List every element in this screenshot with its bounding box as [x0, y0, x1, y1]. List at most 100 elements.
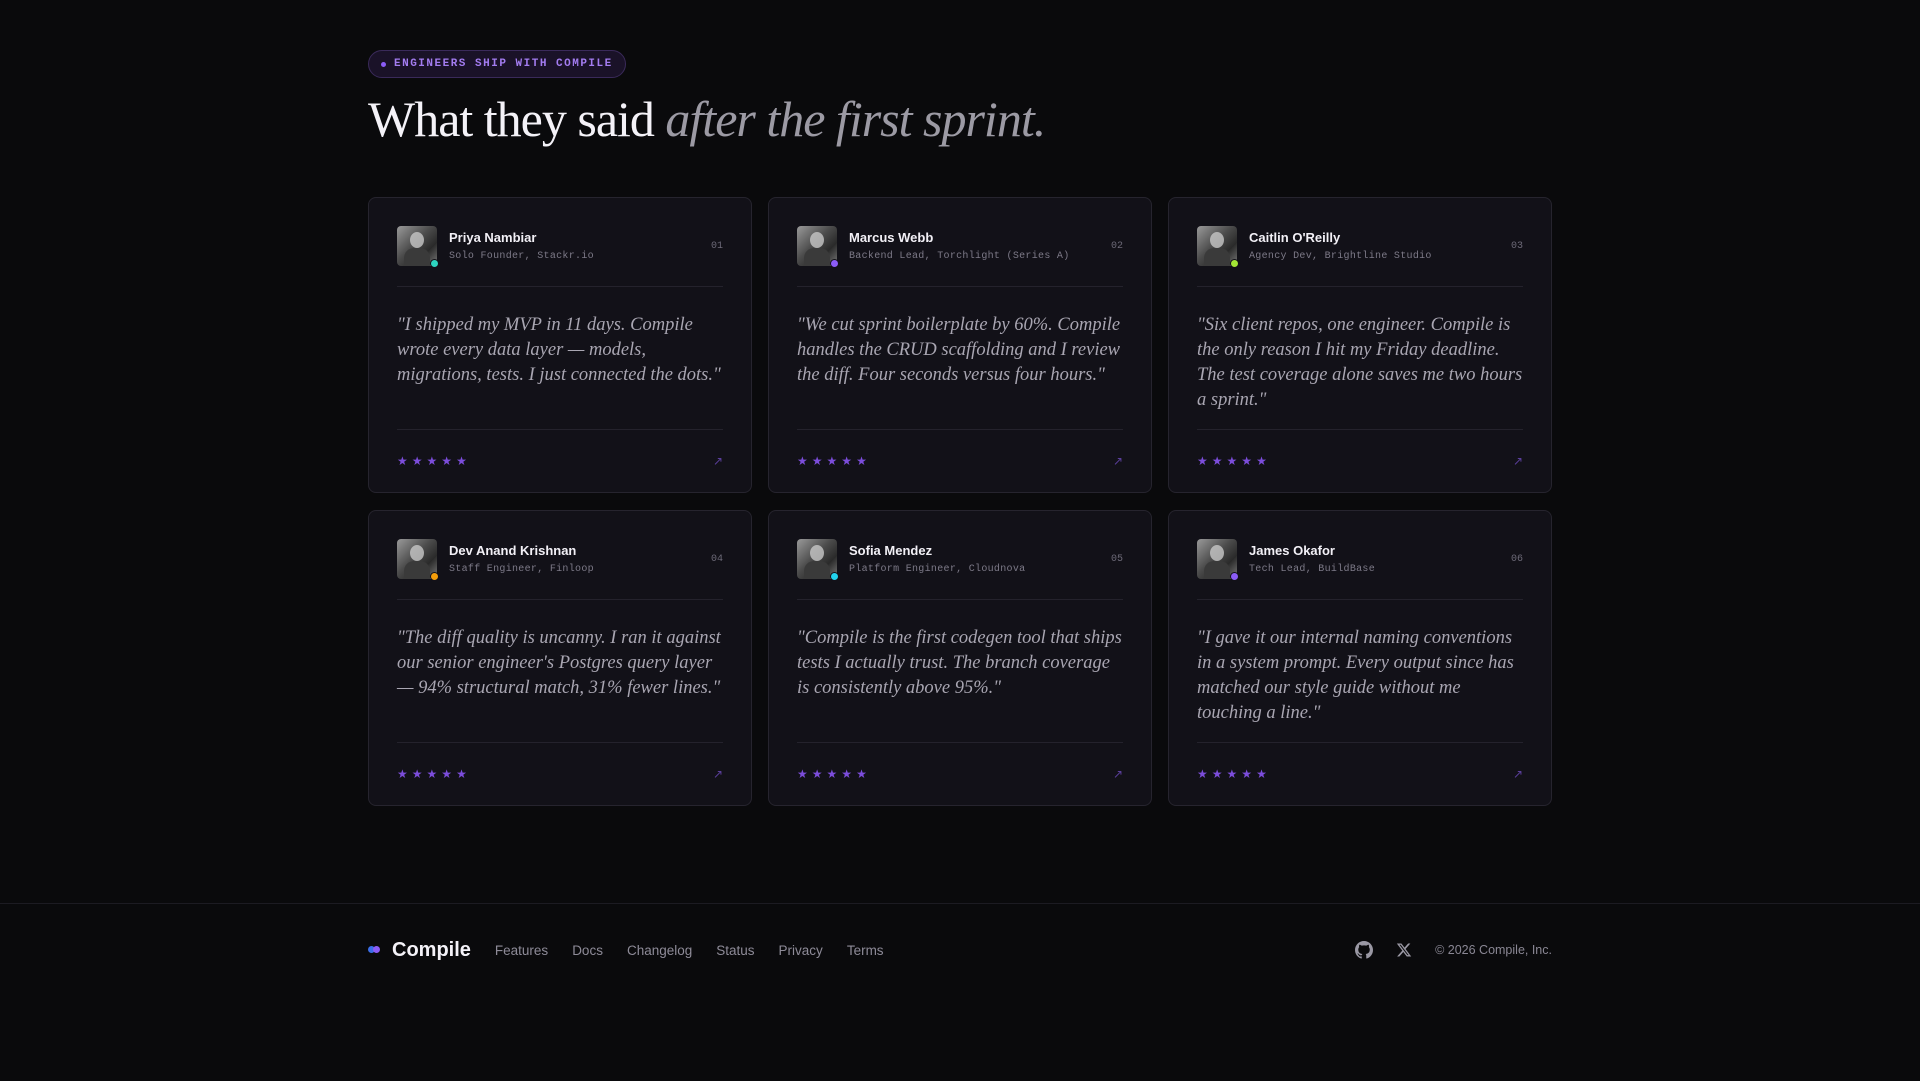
testimonial-quote: "I gave it our internal naming conventio…	[1197, 628, 1514, 723]
author-role: Agency Dev, Brightline Studio	[1249, 251, 1432, 262]
author-role: Solo Founder, Stackr.io	[449, 251, 594, 262]
testimonial-quote: "Compile is the first codegen tool that …	[797, 628, 1122, 698]
star-icon: ★	[826, 767, 838, 781]
card-number: 02	[1110, 240, 1123, 252]
status-dot	[830, 572, 839, 581]
testimonial-quote: "The diff quality is uncanny. I ran it a…	[397, 628, 721, 698]
star-icon: ★	[411, 454, 423, 468]
status-dot	[830, 259, 839, 268]
testimonial-card[interactable]: James Okafor Tech Lead, BuildBase 06 "I …	[1168, 510, 1552, 806]
star-icon: ★	[397, 454, 408, 468]
star-icon: ★	[1226, 767, 1238, 781]
star-icon: ★	[811, 454, 823, 468]
footer-link-changelog[interactable]: Changelog	[627, 943, 692, 958]
author-role: Backend Lead, Torchlight (Series A)	[849, 251, 1070, 262]
card-number: 04	[710, 553, 723, 565]
star-icon: ★	[1211, 454, 1223, 468]
star-icon: ★	[441, 454, 453, 468]
testimonial-grid: Priya Nambiar Solo Founder, Stackr.io 01…	[368, 197, 1552, 806]
copyright: © 2026 Compile, Inc.	[1435, 943, 1552, 957]
divider	[1197, 286, 1523, 287]
card-number: 01	[710, 240, 723, 252]
star-rating: ★ ★ ★ ★ ★	[1197, 454, 1267, 468]
divider	[797, 599, 1123, 600]
eyebrow-text: ENGINEERS SHIP WITH COMPILE	[394, 58, 613, 70]
author-name: Priya Nambiar	[449, 230, 537, 245]
star-icon: ★	[1226, 454, 1238, 468]
author-name: James Okafor	[1249, 543, 1335, 558]
arrow-up-right-icon[interactable]: ↗	[713, 454, 723, 468]
star-icon: ★	[797, 767, 808, 781]
site-footer: Compile Features Docs Changelog Status P…	[0, 903, 1920, 1081]
arrow-up-right-icon[interactable]: ↗	[1113, 454, 1123, 468]
compile-logo-icon	[368, 945, 382, 955]
avatar	[1197, 226, 1239, 268]
star-icon: ★	[441, 767, 453, 781]
brand-logo[interactable]: Compile	[368, 939, 471, 962]
star-icon: ★	[797, 454, 808, 468]
star-icon: ★	[1211, 767, 1223, 781]
headline-main: What they said	[368, 91, 655, 147]
arrow-up-right-icon[interactable]: ↗	[1113, 767, 1123, 781]
testimonial-card[interactable]: Sofia Mendez Platform Engineer, Cloudnov…	[768, 510, 1152, 806]
avatar	[1197, 539, 1239, 581]
footer-link-features[interactable]: Features	[495, 943, 548, 958]
card-number: 05	[1110, 553, 1123, 565]
divider	[797, 286, 1123, 287]
page-title: What they said after the first sprint.	[368, 92, 1552, 147]
github-icon[interactable]	[1355, 941, 1374, 959]
footer-link-docs[interactable]: Docs	[572, 943, 603, 958]
arrow-up-right-icon[interactable]: ↗	[1513, 454, 1523, 468]
author-name: Caitlin O'Reilly	[1249, 230, 1341, 245]
star-icon: ★	[456, 454, 467, 468]
avatar	[797, 539, 839, 581]
testimonial-card[interactable]: Dev Anand Krishnan Staff Engineer, Finlo…	[368, 510, 752, 806]
x-icon[interactable]	[1395, 941, 1413, 959]
status-dot	[1230, 572, 1239, 581]
footer-link-privacy[interactable]: Privacy	[779, 943, 823, 958]
status-dot	[1230, 259, 1239, 268]
star-rating: ★ ★ ★ ★ ★	[397, 454, 467, 468]
status-dot	[430, 259, 439, 268]
status-dot	[430, 572, 439, 581]
star-rating: ★ ★ ★ ★ ★	[797, 767, 867, 781]
footer-link-status[interactable]: Status	[716, 943, 754, 958]
divider	[397, 599, 723, 600]
footer-nav: Features Docs Changelog Status Privacy T…	[495, 943, 884, 958]
testimonial-quote: "I shipped my MVP in 11 days. Compile wr…	[397, 315, 721, 385]
author-role: Tech Lead, BuildBase	[1249, 564, 1376, 575]
eyebrow-badge: ENGINEERS SHIP WITH COMPILE	[368, 50, 626, 78]
star-icon: ★	[456, 767, 467, 781]
card-number: 06	[1510, 553, 1523, 565]
arrow-up-right-icon[interactable]: ↗	[713, 767, 723, 781]
arrow-up-right-icon[interactable]: ↗	[1513, 767, 1523, 781]
star-icon: ★	[426, 767, 438, 781]
testimonial-quote: "Six client repos, one engineer. Compile…	[1197, 315, 1523, 410]
badge-dot	[381, 61, 386, 67]
star-rating: ★ ★ ★ ★ ★	[1197, 767, 1267, 781]
avatar	[397, 539, 439, 581]
star-icon: ★	[397, 767, 408, 781]
star-icon: ★	[1197, 454, 1208, 468]
star-icon: ★	[1241, 767, 1253, 781]
star-icon: ★	[811, 767, 823, 781]
star-icon: ★	[411, 767, 423, 781]
testimonial-quote: "We cut sprint boilerplate by 60%. Compi…	[797, 315, 1121, 385]
star-rating: ★ ★ ★ ★ ★	[797, 454, 867, 468]
testimonial-card[interactable]: Priya Nambiar Solo Founder, Stackr.io 01…	[368, 197, 752, 493]
author-name: Sofia Mendez	[849, 543, 933, 558]
author-name: Marcus Webb	[849, 230, 934, 245]
author-role: Staff Engineer, Finloop	[449, 564, 594, 575]
testimonial-card[interactable]: Caitlin O'Reilly Agency Dev, Brightline …	[1168, 197, 1552, 493]
card-number: 03	[1510, 240, 1523, 252]
testimonial-card[interactable]: Marcus Webb Backend Lead, Torchlight (Se…	[768, 197, 1152, 493]
star-icon: ★	[1256, 767, 1267, 781]
divider	[1197, 599, 1523, 600]
footer-link-terms[interactable]: Terms	[847, 943, 884, 958]
avatar	[397, 226, 439, 268]
star-icon: ★	[841, 454, 853, 468]
star-icon: ★	[1241, 454, 1253, 468]
star-icon: ★	[856, 767, 867, 781]
brand-name: Compile	[392, 938, 471, 961]
divider	[397, 286, 723, 287]
